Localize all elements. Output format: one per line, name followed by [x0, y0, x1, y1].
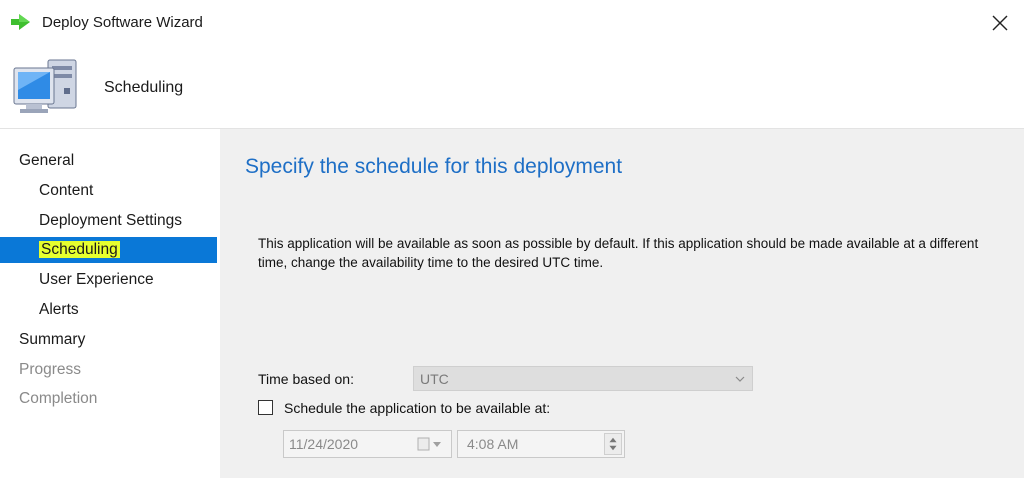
time-value: 4:08 AM: [467, 436, 519, 452]
title-bar: Deploy Software Wizard: [0, 0, 1024, 49]
time-based-on-label: Time based on:: [258, 371, 354, 387]
calendar-dropdown-icon[interactable]: [417, 437, 445, 451]
page-heading: Specify the schedule for this deployment: [245, 155, 623, 178]
schedule-checkbox[interactable]: [258, 400, 273, 415]
sidebar-item-content[interactable]: Content: [0, 178, 217, 204]
time-based-on-select[interactable]: UTC: [413, 366, 753, 391]
sidebar-item-label: Completion: [19, 390, 98, 407]
time-based-on-value: UTC: [420, 371, 449, 387]
spinner-icon[interactable]: [604, 433, 622, 455]
sidebar-item-general[interactable]: General: [0, 148, 217, 174]
sidebar-item-label: Progress: [19, 361, 82, 378]
schedule-checkbox-label[interactable]: Schedule the application to be available…: [284, 400, 550, 416]
sidebar-item-alerts[interactable]: Alerts: [0, 297, 217, 323]
sidebar-item-summary[interactable]: Summary: [0, 327, 217, 353]
window-title: Deploy Software Wizard: [42, 14, 203, 31]
time-picker[interactable]: 4:08 AM: [457, 430, 625, 458]
sidebar-item-label: Deployment Settings: [39, 212, 183, 229]
sidebar-item-completion: Completion: [0, 386, 217, 412]
chevron-down-icon: [735, 376, 745, 382]
date-value: 11/24/2020: [289, 436, 359, 452]
sidebar-item-label: Summary: [19, 331, 86, 348]
content-panel: Specify the schedule for this deployment…: [220, 129, 1024, 478]
sidebar-item-deployment-settings[interactable]: Deployment Settings: [0, 208, 217, 234]
wizard-header: Scheduling: [0, 48, 1024, 129]
green-arrow-icon: [11, 14, 30, 30]
sidebar-item-label: Alerts: [39, 301, 79, 318]
sidebar-item-label: User Experience: [39, 271, 154, 288]
wizard-nav: General Content Deployment Settings Schedul…: [0, 129, 220, 478]
sidebar-item-label: General: [19, 152, 75, 169]
date-picker[interactable]: 11/24/2020: [283, 430, 452, 458]
computer-icon: [13, 59, 77, 113]
sidebar-item-label: Content: [39, 182, 94, 199]
sidebar-item-scheduling[interactable]: Scheduling: [0, 237, 217, 263]
sidebar-item-progress: Progress: [0, 357, 217, 383]
close-icon[interactable]: [984, 8, 1016, 38]
page-header-title: Scheduling: [104, 79, 184, 96]
sidebar-item-user-experience[interactable]: User Experience: [0, 267, 217, 293]
description-text: This application will be available as so…: [258, 236, 979, 270]
sidebar-item-label: Scheduling: [39, 241, 120, 258]
